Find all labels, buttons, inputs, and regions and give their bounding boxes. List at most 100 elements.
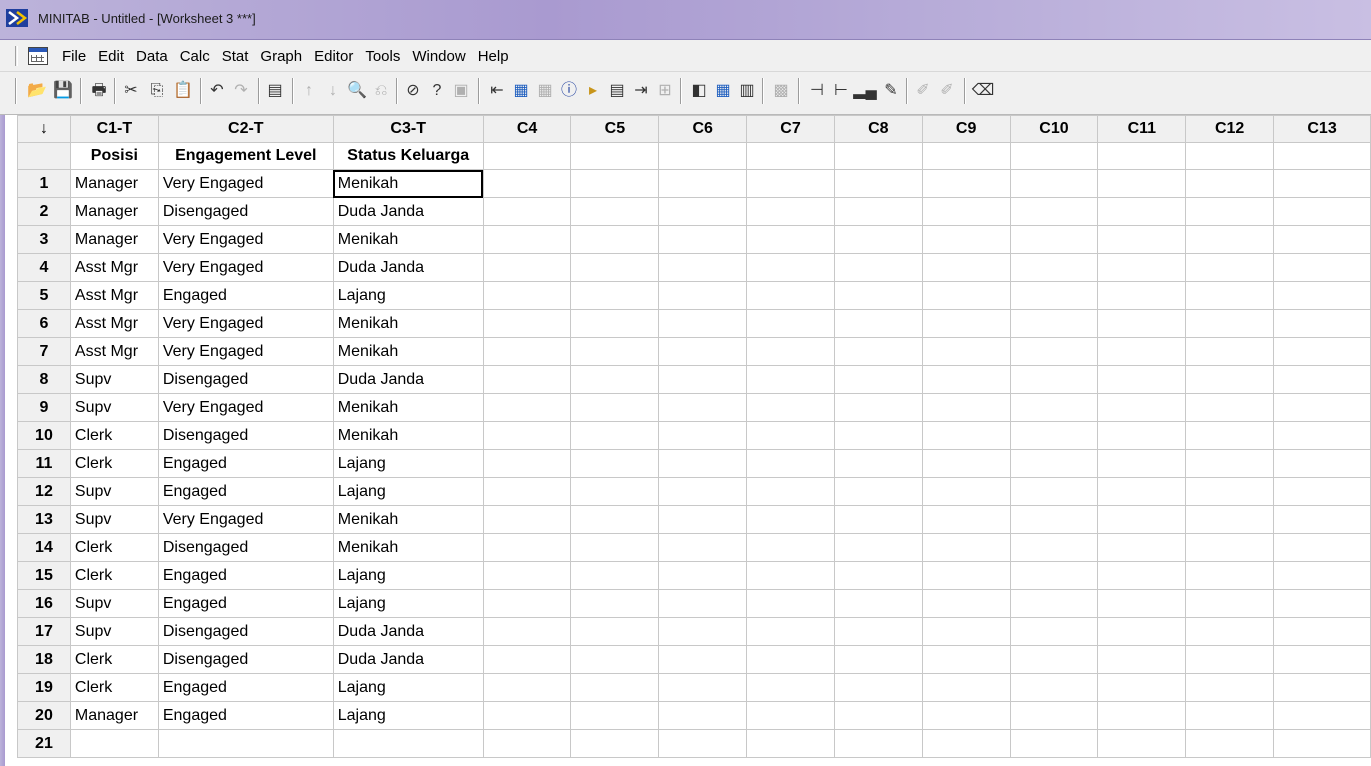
data-cell[interactable] bbox=[482, 309, 572, 338]
data-cell[interactable] bbox=[1097, 729, 1187, 758]
data-cell[interactable]: Very Engaged bbox=[157, 169, 334, 198]
data-cell[interactable] bbox=[833, 393, 923, 422]
data-cell[interactable] bbox=[921, 421, 1011, 450]
find-icon[interactable]: 🔍 bbox=[346, 80, 368, 102]
data-cell[interactable] bbox=[833, 645, 923, 674]
show-info-icon[interactable]: ▥ bbox=[736, 80, 758, 102]
data-cell[interactable]: Engaged bbox=[157, 281, 334, 310]
data-cell[interactable] bbox=[1009, 533, 1099, 562]
data-cell[interactable]: Clerk bbox=[69, 561, 159, 590]
data-cell[interactable]: Manager bbox=[69, 225, 159, 254]
data-cell[interactable] bbox=[921, 169, 1011, 198]
data-cell[interactable] bbox=[482, 365, 572, 394]
data-cell[interactable]: Lajang bbox=[332, 673, 484, 702]
data-cell[interactable]: Asst Mgr bbox=[69, 253, 159, 282]
data-cell[interactable] bbox=[1009, 561, 1099, 590]
data-cell[interactable]: Lajang bbox=[332, 589, 484, 618]
data-cell[interactable] bbox=[921, 225, 1011, 254]
data-cell[interactable]: Supv bbox=[69, 365, 159, 394]
row-number[interactable]: 2 bbox=[17, 197, 71, 226]
data-cell[interactable] bbox=[833, 197, 923, 226]
data-cell[interactable] bbox=[833, 365, 923, 394]
data-entry-direction-arrow[interactable]: ↓ bbox=[17, 115, 71, 143]
session-icon[interactable]: ▤ bbox=[264, 80, 286, 102]
show-session-icon[interactable]: ◧ bbox=[688, 80, 710, 102]
row-number[interactable]: 14 bbox=[17, 533, 71, 562]
data-cell[interactable] bbox=[482, 617, 572, 646]
data-cell[interactable] bbox=[1185, 505, 1275, 534]
data-cell[interactable]: Lajang bbox=[332, 281, 484, 310]
data-cell[interactable] bbox=[1185, 645, 1275, 674]
bar-tool-icon[interactable]: ▂▄ bbox=[853, 80, 877, 102]
data-cell[interactable]: Asst Mgr bbox=[69, 337, 159, 366]
data-cell[interactable] bbox=[1185, 673, 1275, 702]
cut-icon[interactable]: ✂ bbox=[120, 80, 142, 102]
data-cell[interactable] bbox=[921, 477, 1011, 506]
data-cell[interactable] bbox=[1273, 477, 1371, 506]
data-cell[interactable] bbox=[921, 701, 1011, 730]
related-docs-icon[interactable]: ⇥ bbox=[630, 80, 652, 102]
data-cell[interactable] bbox=[570, 449, 660, 478]
data-cell[interactable] bbox=[1185, 533, 1275, 562]
data-cell[interactable] bbox=[1185, 337, 1275, 366]
data-cell[interactable] bbox=[921, 281, 1011, 310]
data-cell[interactable] bbox=[1185, 253, 1275, 282]
data-cell[interactable] bbox=[1097, 197, 1187, 226]
data-cell[interactable]: Very Engaged bbox=[157, 225, 334, 254]
data-cell[interactable] bbox=[658, 337, 748, 366]
data-cell[interactable] bbox=[1097, 225, 1187, 254]
column-header[interactable]: C7 bbox=[746, 115, 835, 143]
row-number[interactable]: 15 bbox=[17, 561, 71, 590]
row-number[interactable]: 18 bbox=[17, 645, 71, 674]
data-cell[interactable] bbox=[658, 365, 748, 394]
print-icon[interactable]: 🖶 bbox=[88, 80, 110, 102]
data-cell[interactable] bbox=[1009, 505, 1099, 534]
cancel-icon[interactable]: ⊘ bbox=[402, 80, 424, 102]
data-cell[interactable] bbox=[746, 505, 835, 534]
data-cell[interactable] bbox=[570, 337, 660, 366]
data-cell[interactable] bbox=[482, 449, 572, 478]
data-cell[interactable]: Engaged bbox=[157, 477, 334, 506]
data-cell[interactable] bbox=[482, 589, 572, 618]
data-cell[interactable] bbox=[746, 281, 835, 310]
row-number[interactable]: 12 bbox=[17, 477, 71, 506]
data-cell[interactable] bbox=[1009, 449, 1099, 478]
data-cell[interactable] bbox=[921, 393, 1011, 422]
data-cell[interactable] bbox=[1097, 701, 1187, 730]
data-cell[interactable] bbox=[833, 561, 923, 590]
paint-icon[interactable]: ✐ bbox=[912, 80, 934, 102]
data-cell[interactable] bbox=[658, 589, 748, 618]
data-cell[interactable]: Clerk bbox=[69, 533, 159, 562]
data-cell[interactable] bbox=[1185, 309, 1275, 338]
data-cell[interactable] bbox=[1009, 701, 1099, 730]
column-name-cell[interactable] bbox=[1009, 142, 1099, 170]
info-icon[interactable]: ⓘ bbox=[558, 80, 580, 102]
data-cell[interactable] bbox=[921, 365, 1011, 394]
data-cell[interactable] bbox=[921, 617, 1011, 646]
data-cell[interactable] bbox=[1273, 701, 1371, 730]
data-cell[interactable] bbox=[833, 449, 923, 478]
data-cell[interactable] bbox=[570, 617, 660, 646]
data-cell[interactable]: Disengaged bbox=[157, 645, 334, 674]
data-cell[interactable] bbox=[482, 673, 572, 702]
row-number[interactable]: 3 bbox=[17, 225, 71, 254]
data-cell[interactable]: Lajang bbox=[332, 449, 484, 478]
data-cell[interactable]: Supv bbox=[69, 393, 159, 422]
data-cell[interactable] bbox=[69, 729, 159, 758]
column-name-cell[interactable] bbox=[482, 142, 572, 170]
data-cell[interactable]: Asst Mgr bbox=[69, 309, 159, 338]
data-cell[interactable] bbox=[1097, 169, 1187, 198]
data-cell[interactable] bbox=[1273, 309, 1371, 338]
column-name-cell[interactable] bbox=[1273, 142, 1371, 170]
data-cell[interactable] bbox=[833, 505, 923, 534]
data-cell[interactable] bbox=[1185, 169, 1275, 198]
data-cell[interactable] bbox=[746, 561, 835, 590]
data-cell[interactable] bbox=[921, 673, 1011, 702]
data-cell[interactable] bbox=[1273, 617, 1371, 646]
data-cell[interactable] bbox=[1097, 505, 1187, 534]
data-cell[interactable] bbox=[833, 309, 923, 338]
column-name-cell[interactable]: Status Keluarga bbox=[332, 142, 484, 170]
data-cell[interactable] bbox=[833, 617, 923, 646]
row-number[interactable]: 13 bbox=[17, 505, 71, 534]
column-header[interactable]: C12 bbox=[1185, 115, 1275, 143]
